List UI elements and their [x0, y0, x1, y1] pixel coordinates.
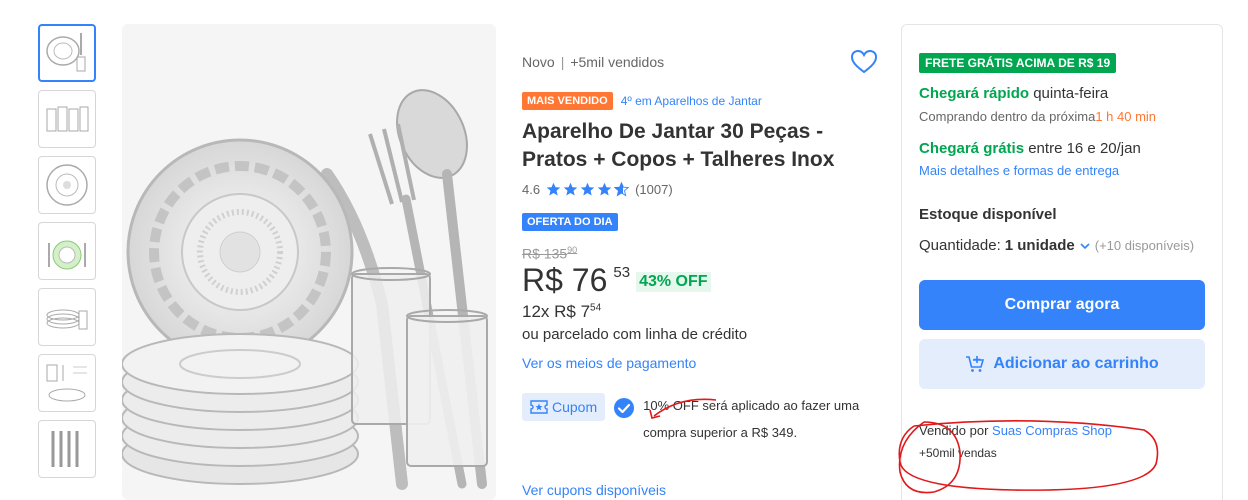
old-price: R$ 13590 — [522, 245, 882, 262]
buying-window: Comprando dentro da próxima1 h 40 min — [919, 108, 1205, 126]
review-count: (1007) — [635, 182, 673, 197]
deal-of-the-day-badge: OFERTA DO DIA — [522, 213, 618, 231]
star-full-icon — [580, 182, 595, 196]
old-price-cents: 90 — [567, 245, 578, 255]
thumbnail-plates-set[interactable] — [38, 24, 96, 82]
available-coupons-link[interactable]: Ver cupons disponíveis — [522, 482, 666, 498]
product-info: Novo | +5mil vendidos MAIS VENDIDO 4º em… — [522, 48, 882, 446]
favorite-button[interactable] — [850, 48, 878, 76]
star-full-icon — [597, 182, 612, 196]
table-set-icon — [48, 240, 86, 270]
seller-info: Vendido por Suas Compras Shop — [919, 423, 1205, 438]
quantity-label: Quantidade: — [919, 237, 1001, 254]
product-page: Novo | +5mil vendidos MAIS VENDIDO 4º em… — [0, 0, 1248, 500]
installments: 12x R$ 754 — [522, 302, 882, 322]
current-price-cents: 53 — [613, 263, 631, 281]
delivery-details-link[interactable]: Mais detalhes e formas de entrega — [919, 163, 1119, 178]
thumbnail-plates-stack[interactable] — [38, 288, 96, 346]
countdown: 1 h 40 min — [1095, 109, 1157, 124]
buy-box: FRETE GRÁTIS ACIMA DE R$ 19 Chegará rápi… — [901, 24, 1223, 500]
heart-icon — [850, 49, 878, 74]
quantity-value: 1 unidade — [1004, 237, 1075, 254]
stock-status: Estoque disponível — [919, 206, 1057, 223]
thumbnail-cutlery[interactable] — [38, 420, 96, 478]
installments-amount: 12x R$ 7 — [522, 301, 591, 321]
free-arrival: Chegará grátis entre 16 e 20/jan — [919, 140, 1205, 157]
fast-arrival: Chegará rápido quinta-feira — [919, 85, 1205, 102]
thumbnail-gallery — [38, 24, 98, 486]
rating-value: 4.6 — [522, 182, 541, 197]
installments-cents: 54 — [590, 302, 602, 313]
add-to-cart-label: Adicionar ao carrinho — [993, 355, 1159, 372]
product-title: Aparelho De Jantar 30 Peças - Pratos + C… — [522, 120, 835, 171]
coupon-row: Cupom 10% OFF será aplicado ao fazer uma… — [522, 392, 882, 446]
dinnerware-illustration — [122, 89, 488, 490]
fast-arrival-label: Chegará rápido — [919, 85, 1030, 102]
verified-check-icon — [614, 397, 635, 418]
buy-now-button[interactable]: Comprar agora — [919, 280, 1205, 330]
condition-label: Novo — [522, 54, 555, 70]
coupon-ticket-icon — [530, 399, 548, 414]
product-main-image[interactable] — [122, 24, 496, 500]
sold-count: +5mil vendidos — [570, 54, 665, 70]
category-rank-link[interactable]: 4º em Aparelhos de Jantar — [621, 94, 762, 108]
star-full-icon — [546, 182, 561, 196]
quantity-available: (+10 disponíveis) — [1094, 238, 1195, 253]
cutlery-icon — [51, 431, 79, 467]
chevron-down-icon — [1080, 242, 1090, 249]
separator: | — [560, 54, 565, 70]
discount-badge: 43% OFF — [636, 271, 711, 292]
fast-arrival-day: quinta-feira — [1033, 85, 1109, 102]
highlight-row: MAIS VENDIDO 4º em Aparelhos de Jantar — [522, 92, 882, 110]
glasses-icon — [46, 106, 89, 132]
thumbnail-table-set[interactable] — [38, 222, 96, 280]
free-shipping-badge: FRETE GRÁTIS ACIMA DE R$ 19 — [919, 53, 1117, 73]
old-price-amount: R$ 135 — [522, 245, 568, 262]
rating-row[interactable]: 4.6 (1007) — [522, 182, 882, 197]
plate-top-icon — [46, 164, 88, 206]
free-arrival-dates: entre 16 e 20/jan — [1028, 140, 1141, 157]
coupon-label: Cupom — [552, 398, 598, 415]
plates-stack-icon — [46, 309, 88, 330]
quantity-selector[interactable]: Quantidade: 1 unidade (+10 disponíveis) — [919, 237, 1205, 254]
star-full-icon — [563, 182, 578, 196]
credit-line: ou parcelado com linha de crédito — [522, 325, 748, 343]
best-seller-badge: MAIS VENDIDO — [522, 92, 613, 110]
thumbnail-dimensions[interactable] — [38, 354, 96, 412]
plates-set-icon — [46, 33, 86, 72]
dimensions-icon — [46, 364, 87, 402]
thumbnail-glasses[interactable] — [38, 90, 96, 148]
seller-sales: +50mil vendas — [919, 446, 997, 460]
star-half-icon — [614, 182, 630, 197]
coupon-chip[interactable]: Cupom — [522, 392, 606, 421]
sold-by-label: Vendido por — [919, 423, 989, 438]
rating-stars — [546, 182, 630, 197]
thumbnail-plate-top[interactable] — [38, 156, 96, 214]
product-subtitle: Novo | +5mil vendidos — [522, 50, 882, 74]
price-row: R$ 76 53 43% OFF — [522, 262, 882, 298]
seller-name-link[interactable]: Suas Compras Shop — [992, 423, 1112, 438]
cart-add-icon — [966, 356, 985, 372]
buying-within-label: Comprando dentro da próxima — [919, 109, 1096, 124]
coupon-description: 10% OFF será aplicado ao fazer uma compr… — [643, 397, 860, 440]
add-to-cart-button[interactable]: Adicionar ao carrinho — [919, 339, 1205, 389]
current-price: R$ 76 — [522, 261, 608, 298]
payment-methods-link[interactable]: Ver os meios de pagamento — [522, 355, 696, 371]
free-arrival-label: Chegará grátis — [919, 140, 1025, 157]
